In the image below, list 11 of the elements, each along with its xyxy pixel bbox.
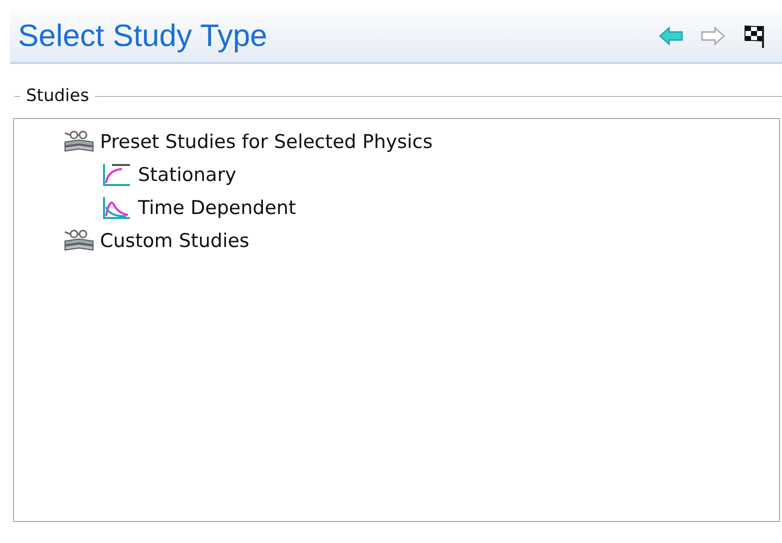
- tree-item[interactable]: Time Dependent: [138, 196, 296, 218]
- group-label: Studies: [25, 86, 90, 106]
- page-title: Select Study Type: [18, 18, 268, 54]
- tree-item[interactable]: Stationary: [138, 164, 236, 186]
- checkered-flag-icon: [742, 23, 766, 49]
- tree-item[interactable]: Preset Studies for Selected Physics: [100, 130, 433, 152]
- books-icon: [62, 228, 96, 254]
- forward-arrow-icon: [700, 25, 726, 47]
- tree-item[interactable]: Custom Studies: [100, 230, 250, 252]
- back-arrow-icon: [658, 25, 684, 47]
- books-icon: [62, 128, 96, 154]
